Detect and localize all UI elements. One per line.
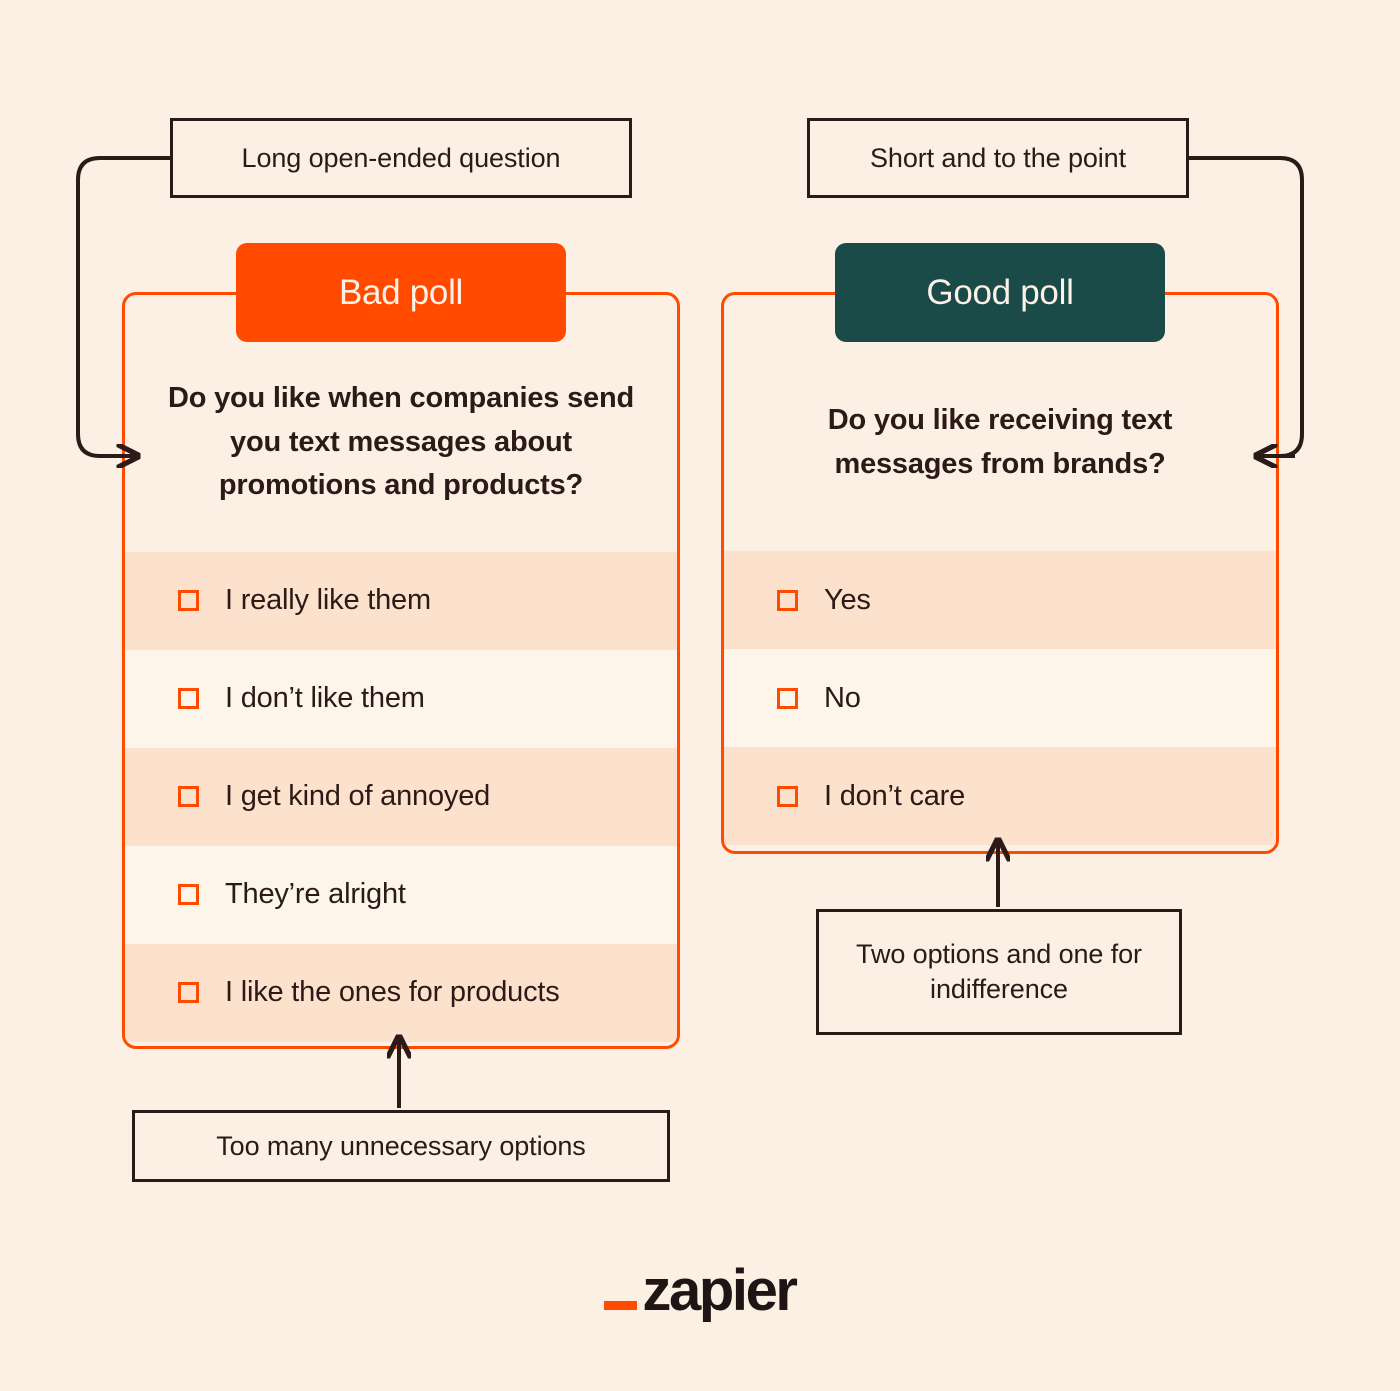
zapier-logo: zapier [0,1262,1400,1320]
checkbox-icon[interactable] [178,590,199,611]
checkbox-icon[interactable] [178,786,199,807]
option-label: I like the ones for products [225,976,560,1008]
checkbox-icon[interactable] [777,589,798,611]
option-row[interactable]: I don’t like them [125,649,677,748]
option-label: No [824,681,861,714]
good-poll-card: Do you like receiving text messages from… [721,292,1279,854]
option-row[interactable]: No [724,649,1276,747]
callout-two-options-and-one-for-indifference: Two options and one for indifference [816,909,1182,1035]
zapier-wordmark: zapier [642,1258,798,1323]
option-row[interactable]: I like the ones for products [125,943,677,1042]
option-row[interactable]: I get kind of annoyed [125,747,677,846]
option-row[interactable]: Yes [724,551,1276,649]
checkbox-icon[interactable] [178,982,199,1003]
underscore-icon [604,1301,638,1310]
callout-label: Two options and one for indifference [856,939,1142,1004]
bad-poll-card: Do you like when companies send you text… [122,292,680,1049]
callout-label: Too many unnecessary options [216,1130,586,1161]
good-poll-options: Yes No I don’t care [724,551,1276,845]
good-poll-badge: Good poll [835,243,1165,342]
checkbox-icon[interactable] [777,687,798,709]
option-label: I don’t like them [225,682,425,714]
good-poll-badge-label: Good poll [926,272,1074,312]
infographic-canvas: Do you like when companies send you text… [0,0,1400,1391]
option-label: I really like them [225,584,431,616]
callout-short-and-to-the-point: Short and to the point [807,118,1189,198]
checkbox-icon[interactable] [178,688,199,709]
callout-long-open-ended-question: Long open-ended question [170,118,632,198]
option-row[interactable]: They’re alright [125,845,677,944]
checkbox-icon[interactable] [178,884,199,905]
option-label: I don’t care [824,779,966,812]
callout-label: Short and to the point [870,142,1126,173]
option-label: I get kind of annoyed [225,780,491,812]
option-label: Yes [824,583,871,616]
bad-poll-badge: Bad poll [236,243,566,342]
callout-label: Long open-ended question [241,142,561,173]
callout-too-many-unnecessary-options: Too many unnecessary options [132,1110,670,1182]
checkbox-icon[interactable] [777,785,798,807]
option-row[interactable]: I don’t care [724,747,1276,845]
option-row[interactable]: I really like them [125,551,677,650]
bad-poll-badge-label: Bad poll [338,272,464,312]
bad-poll-options: I really like them I don’t like them I g… [125,551,677,1042]
option-label: They’re alright [225,878,406,910]
